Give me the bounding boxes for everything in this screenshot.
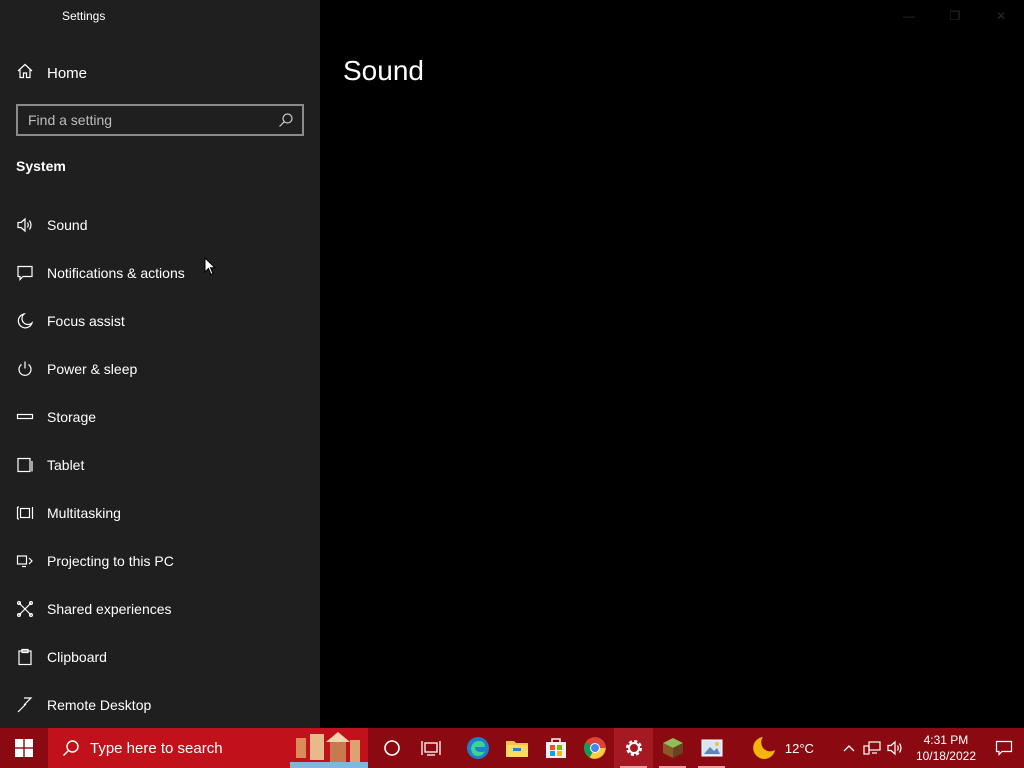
minecraft-button[interactable] bbox=[653, 728, 692, 768]
nav-item-notifications[interactable]: Notifications & actions bbox=[0, 249, 320, 297]
window-title: Settings bbox=[62, 9, 106, 23]
taskbar: Type here to search 12°C 4:31 PM 10/18/2… bbox=[0, 728, 1024, 768]
volume-icon bbox=[887, 740, 902, 756]
action-center-icon bbox=[995, 740, 1013, 756]
edge-icon bbox=[466, 737, 489, 759]
nav-item-projecting[interactable]: Projecting to this PC bbox=[0, 537, 320, 585]
speaker-icon bbox=[16, 216, 34, 234]
taskbar-search-box[interactable]: Type here to search bbox=[48, 728, 368, 768]
home-label: Home bbox=[47, 64, 88, 82]
remote-desktop-icon bbox=[16, 696, 34, 714]
nav-item-label: Power & sleep bbox=[47, 361, 138, 377]
nav-item-label: Notifications & actions bbox=[47, 265, 185, 281]
system-tray: 12°C 4:31 PM 10/18/2022 bbox=[751, 728, 1024, 768]
file-explorer-icon bbox=[505, 741, 528, 757]
mouse-cursor-icon bbox=[204, 257, 216, 276]
storage-icon bbox=[16, 408, 34, 426]
window-controls: — ❐ ✕ bbox=[886, 0, 1024, 32]
moon-weather-icon bbox=[753, 737, 775, 759]
notification-icon bbox=[16, 264, 34, 282]
nav-item-label: Storage bbox=[47, 409, 97, 425]
settings-icon bbox=[625, 740, 642, 756]
chrome-icon bbox=[583, 737, 606, 759]
find-setting-input[interactable] bbox=[18, 111, 278, 129]
task-view-button[interactable] bbox=[411, 728, 450, 768]
photos-icon bbox=[701, 739, 722, 757]
taskbar-apps bbox=[372, 728, 731, 768]
chrome-button[interactable] bbox=[575, 728, 614, 768]
action-center-button[interactable] bbox=[984, 728, 1024, 768]
start-button[interactable] bbox=[0, 728, 48, 768]
nav-item-remote-desktop[interactable]: Remote Desktop bbox=[0, 681, 320, 729]
nav-item-label: Projecting to this PC bbox=[47, 553, 174, 569]
task-view-icon bbox=[420, 741, 441, 756]
photos-button[interactable] bbox=[692, 728, 731, 768]
minimize-button[interactable]: — bbox=[886, 0, 932, 32]
settings-app-button[interactable] bbox=[614, 728, 653, 768]
windows-logo-icon bbox=[15, 739, 33, 757]
nav-item-label: Clipboard bbox=[47, 649, 107, 665]
nav-item-label: Multitasking bbox=[47, 505, 121, 521]
weather-widget[interactable]: 12°C bbox=[751, 735, 814, 761]
show-hidden-icons-button[interactable] bbox=[838, 728, 860, 768]
taskbar-search-placeholder: Type here to search bbox=[90, 739, 223, 757]
multitasking-icon bbox=[16, 504, 34, 522]
search-icon[interactable] bbox=[278, 112, 294, 128]
network-button[interactable] bbox=[860, 728, 884, 768]
cortana-icon bbox=[383, 740, 400, 756]
clock-date: 10/18/2022 bbox=[915, 749, 976, 763]
system-nav-list: Sound Notifications & actions Focus assi… bbox=[0, 201, 320, 729]
search-icon bbox=[63, 740, 79, 756]
nav-item-sound[interactable]: Sound bbox=[0, 201, 320, 249]
network-icon bbox=[863, 741, 881, 755]
clipboard-icon bbox=[16, 648, 34, 666]
home-nav-item[interactable]: Home bbox=[16, 62, 87, 84]
nav-item-label: Remote Desktop bbox=[47, 697, 152, 713]
section-title-system: System bbox=[16, 158, 66, 174]
find-setting-search-box[interactable] bbox=[16, 104, 304, 136]
projecting-icon bbox=[16, 552, 34, 570]
close-button[interactable]: ✕ bbox=[978, 0, 1024, 32]
shared-experiences-icon bbox=[16, 600, 34, 618]
store-icon bbox=[545, 738, 566, 758]
nav-item-label: Sound bbox=[47, 217, 88, 233]
nav-item-focus-assist[interactable]: Focus assist bbox=[0, 297, 320, 345]
tablet-icon bbox=[16, 456, 34, 474]
power-icon bbox=[16, 360, 34, 378]
settings-sidebar: Settings Home System Sound Notifications… bbox=[0, 0, 320, 728]
nav-item-shared-experiences[interactable]: Shared experiences bbox=[0, 585, 320, 633]
store-button[interactable] bbox=[536, 728, 575, 768]
nav-item-power-sleep[interactable]: Power & sleep bbox=[0, 345, 320, 393]
taskbar-clock[interactable]: 4:31 PM 10/18/2022 bbox=[916, 732, 976, 764]
weather-temperature: 12°C bbox=[784, 740, 814, 756]
nav-item-multitasking[interactable]: Multitasking bbox=[0, 489, 320, 537]
minecraft-icon bbox=[662, 738, 683, 758]
volume-button[interactable] bbox=[884, 728, 908, 768]
nav-item-label: Shared experiences bbox=[47, 601, 172, 617]
edge-button[interactable] bbox=[458, 728, 497, 768]
search-highlight-illustration-icon bbox=[290, 728, 368, 768]
nav-item-clipboard[interactable]: Clipboard bbox=[0, 633, 320, 681]
clock-time: 4:31 PM bbox=[923, 733, 969, 747]
cortana-button[interactable] bbox=[372, 728, 411, 768]
restore-button[interactable]: ❐ bbox=[932, 0, 978, 32]
nav-item-tablet[interactable]: Tablet bbox=[0, 441, 320, 489]
moon-icon bbox=[16, 312, 34, 330]
page-title: Sound bbox=[343, 55, 424, 86]
nav-item-label: Tablet bbox=[47, 457, 85, 473]
nav-item-label: Focus assist bbox=[47, 313, 125, 329]
file-explorer-button[interactable] bbox=[497, 728, 536, 768]
nav-item-storage[interactable]: Storage bbox=[0, 393, 320, 441]
chevron-up-icon bbox=[843, 745, 855, 752]
home-icon bbox=[16, 62, 34, 85]
